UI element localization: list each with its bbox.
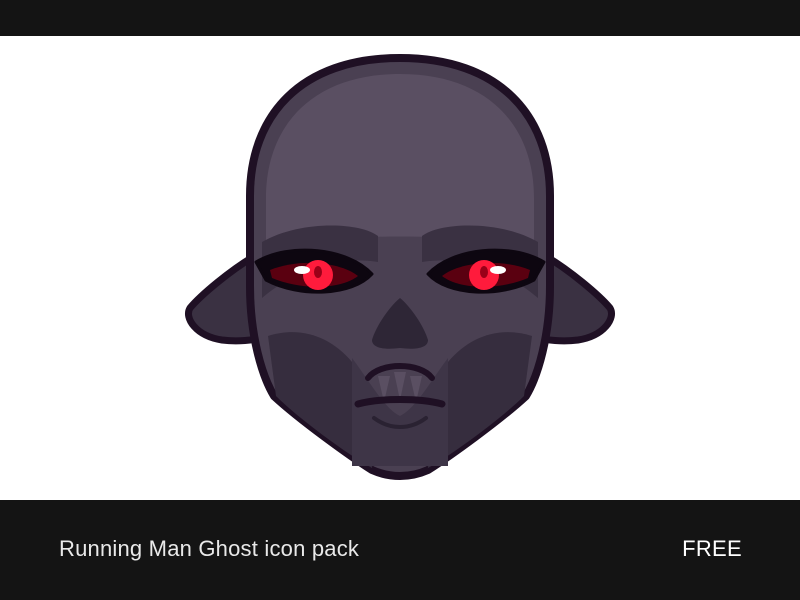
- ghost-head-icon: [185, 54, 615, 480]
- footer-bar: Running Man Ghost icon pack FREE: [0, 500, 800, 600]
- price-badge: FREE: [682, 536, 742, 561]
- pack-title: Running Man Ghost icon pack: [59, 536, 360, 561]
- top-bar: [0, 0, 800, 36]
- illustration-canvas: [0, 36, 800, 500]
